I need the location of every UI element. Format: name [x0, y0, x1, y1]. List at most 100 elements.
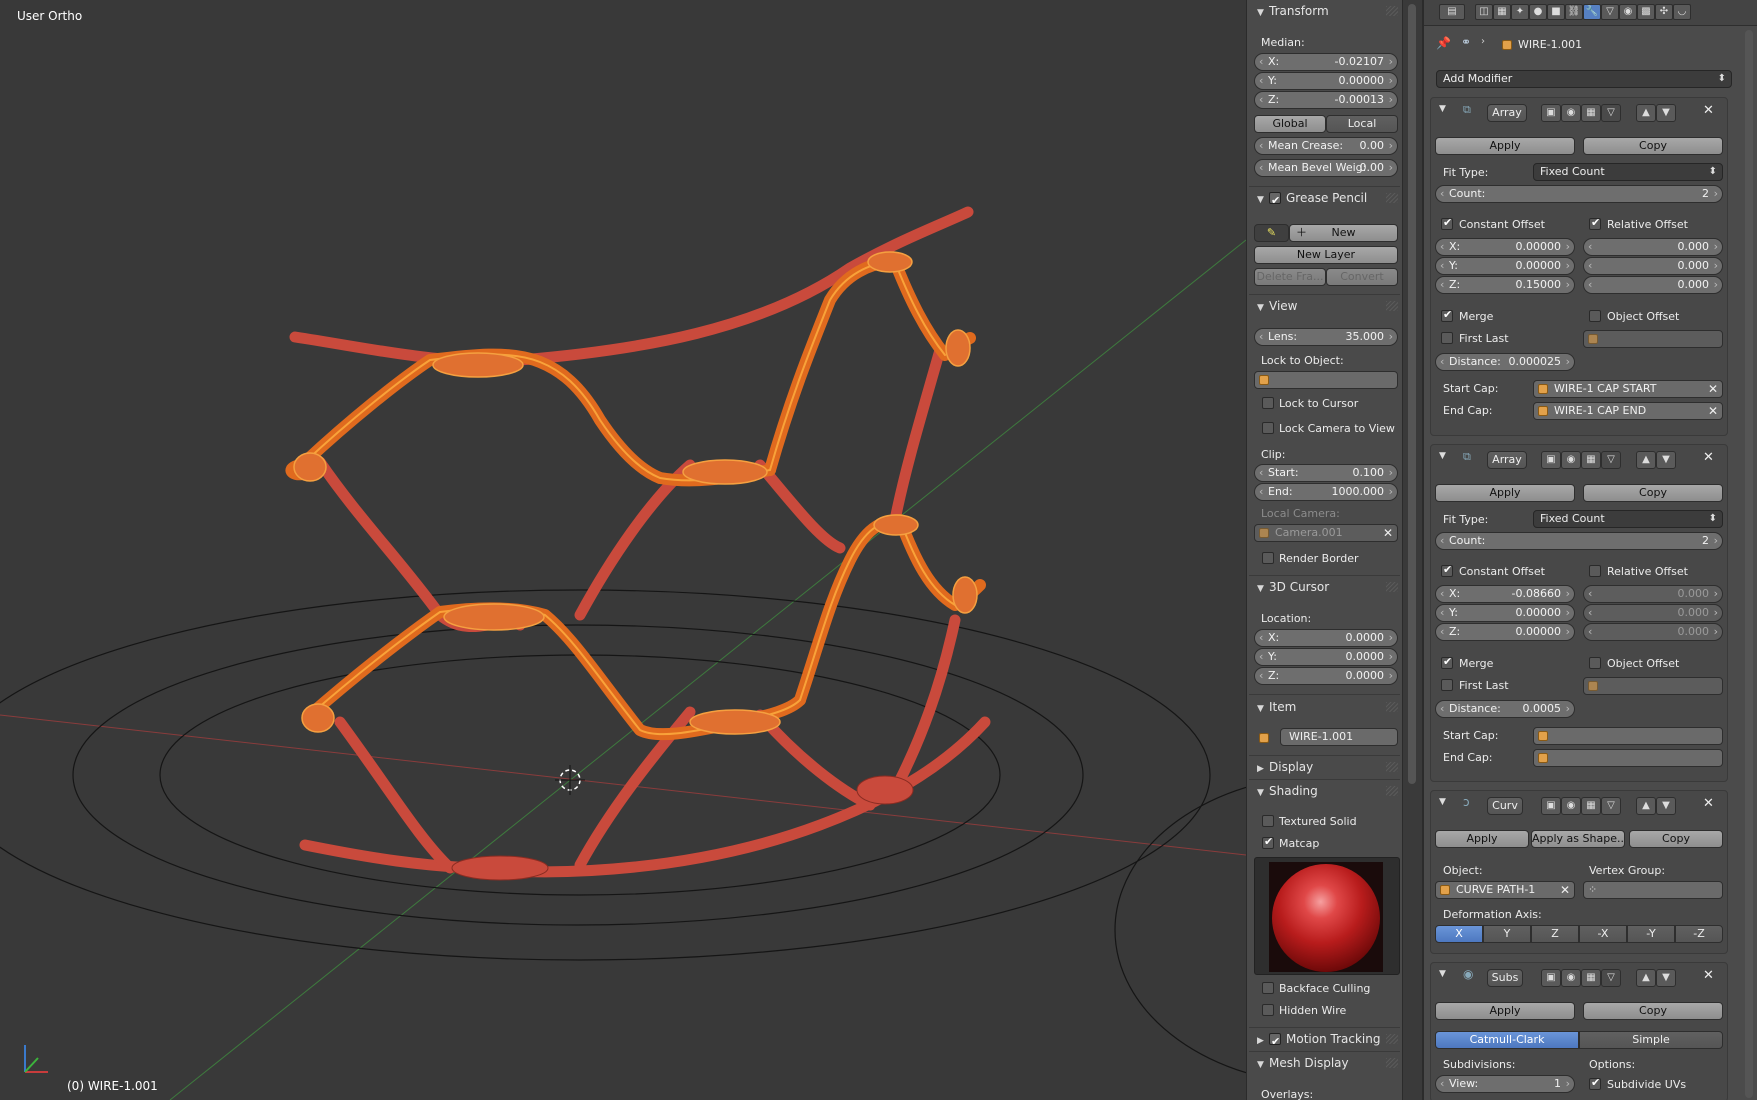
relative-z-field[interactable]: 0.000 — [1583, 276, 1723, 294]
remove-modifier-icon[interactable]: ✕ — [1703, 103, 1714, 118]
relative-offset-checkbox[interactable] — [1589, 565, 1601, 577]
clip-start-field[interactable]: Start: 0.100 — [1254, 464, 1398, 482]
collapse-triangle-icon[interactable]: ▼ — [1439, 797, 1446, 807]
textured-solid-checkbox[interactable] — [1262, 815, 1274, 827]
relative-x-field[interactable]: 0.000 — [1583, 585, 1723, 603]
curve-object-field[interactable]: CURVE PATH-1 ✕ — [1435, 881, 1575, 899]
start-cap-field[interactable]: WIRE-1 CAP START ✕ — [1533, 380, 1723, 398]
constant-z-field[interactable]: Z: 0.15000 — [1435, 276, 1575, 294]
render-toggle-icon[interactable]: ▣ — [1541, 451, 1561, 469]
move-down-icon[interactable]: ▼ — [1656, 104, 1676, 122]
modifiers-tab-icon[interactable]: 🔧 — [1583, 4, 1601, 20]
drag-grip-icon[interactable] — [1386, 702, 1398, 712]
global-toggle[interactable]: Global — [1254, 115, 1326, 133]
relative-x-field[interactable]: 0.000 — [1583, 238, 1723, 256]
drag-grip-icon[interactable] — [1386, 786, 1398, 796]
drag-grip-icon[interactable] — [1386, 1034, 1398, 1044]
relative-y-field[interactable]: 0.000 — [1583, 257, 1723, 275]
copy-button[interactable]: Copy — [1583, 484, 1723, 502]
axis-z-button[interactable]: Z — [1531, 925, 1579, 943]
convert-button[interactable]: Convert — [1326, 268, 1398, 286]
local-toggle[interactable]: Local — [1326, 115, 1398, 133]
clear-icon[interactable]: ✕ — [1383, 525, 1393, 541]
constant-offset-checkbox[interactable] — [1441, 563, 1453, 577]
hidden-wire-checkbox[interactable] — [1262, 1004, 1274, 1016]
relative-y-field[interactable]: 0.000 — [1583, 604, 1723, 622]
physics-tab-icon[interactable]: ◡ — [1673, 4, 1691, 20]
cage-toggle-icon[interactable]: ▽ — [1601, 104, 1621, 122]
render-toggle-icon[interactable]: ▣ — [1541, 797, 1561, 815]
remove-modifier-icon[interactable]: ✕ — [1703, 796, 1714, 811]
add-modifier-dropdown[interactable]: Add Modifier — [1436, 70, 1732, 88]
new-layer-button[interactable]: New Layer — [1254, 246, 1398, 264]
apply-button[interactable]: Apply — [1435, 484, 1575, 502]
drag-grip-icon[interactable] — [1386, 762, 1398, 772]
copy-button[interactable]: Copy — [1629, 830, 1723, 848]
display-panel-header[interactable]: ▶ Display — [1247, 756, 1402, 778]
constant-y-field[interactable]: Y: 0.00000 — [1435, 604, 1575, 622]
drag-grip-icon[interactable] — [1386, 193, 1398, 203]
drag-grip-icon[interactable] — [1386, 1058, 1398, 1068]
shading-panel-header[interactable]: ▼ Shading — [1247, 780, 1402, 802]
render-toggle-icon[interactable]: ▣ — [1541, 104, 1561, 122]
local-camera-field[interactable]: Camera.001 ✕ — [1254, 524, 1398, 542]
motion-tracking-checkbox[interactable] — [1269, 1031, 1281, 1053]
properties-editor[interactable]: ▤ ◫ ▦ ✦ ● ■ ⛓ 🔧 ▽ ◉ ▩ ✣ ◡ 📌 ⚭ › WIRE-1.0… — [1422, 0, 1757, 1100]
fit-type-dropdown[interactable]: Fixed Count — [1533, 163, 1723, 181]
properties-scrollbar[interactable] — [1745, 30, 1753, 1098]
drag-grip-icon[interactable] — [1386, 6, 1398, 16]
scene-tab-icon[interactable]: ✦ — [1511, 4, 1529, 20]
grease-pencil-checkbox[interactable] — [1269, 190, 1281, 212]
vertex-group-field[interactable]: ⁘ — [1583, 881, 1723, 899]
motion-tracking-panel-header[interactable]: ▶ Motion Tracking — [1247, 1028, 1402, 1053]
median-x-field[interactable]: X: -0.02107 — [1254, 53, 1398, 71]
modifier-name-field[interactable]: Curv — [1487, 797, 1523, 815]
constant-x-field[interactable]: X: 0.00000 — [1435, 238, 1575, 256]
clear-icon[interactable]: ✕ — [1560, 882, 1570, 898]
apply-button[interactable]: Apply — [1435, 1002, 1575, 1020]
lock-to-cursor-checkbox[interactable] — [1262, 397, 1274, 409]
particles-tab-icon[interactable]: ✣ — [1655, 4, 1673, 20]
axis-neg-y-button[interactable]: -Y — [1627, 925, 1675, 943]
cursor-y-field[interactable]: Y: 0.0000 — [1254, 648, 1398, 666]
transform-panel-header[interactable]: ▼ Transform — [1247, 0, 1402, 22]
material-tab-icon[interactable]: ◉ — [1619, 4, 1637, 20]
simple-button[interactable]: Simple — [1579, 1031, 1723, 1049]
viewport-toggle-icon[interactable]: ◉ — [1561, 797, 1581, 815]
cage-toggle-icon[interactable]: ▽ — [1601, 797, 1621, 815]
constraints-tab-icon[interactable]: ⛓ — [1565, 4, 1583, 20]
constant-offset-checkbox[interactable] — [1441, 216, 1453, 230]
mesh-display-panel-header[interactable]: ▼ Mesh Display — [1247, 1052, 1402, 1074]
move-up-icon[interactable]: ▲ — [1636, 451, 1656, 469]
first-last-checkbox[interactable] — [1441, 332, 1453, 344]
3d-viewport[interactable]: User Ortho (0) WIRE-1.001 — [0, 0, 1246, 1100]
collapse-triangle-icon[interactable]: ▼ — [1439, 451, 1446, 461]
matcap-preview[interactable] — [1254, 857, 1400, 975]
collapse-triangle-icon[interactable]: ▼ — [1439, 969, 1446, 979]
clear-icon[interactable]: ✕ — [1708, 403, 1718, 419]
render-toggle-icon[interactable]: ▣ — [1541, 969, 1561, 987]
subdivide-uvs-checkbox[interactable] — [1589, 1076, 1601, 1090]
editor-type-icon[interactable]: ▤ — [1439, 4, 1465, 20]
grease-pencil-panel-header[interactable]: ▼ Grease Pencil — [1247, 187, 1402, 212]
lock-camera-checkbox[interactable] — [1262, 422, 1274, 434]
count-field[interactable]: Count: 2 — [1435, 185, 1723, 203]
axis-x-button[interactable]: X — [1435, 925, 1483, 943]
view-levels-field[interactable]: View: 1 — [1435, 1075, 1575, 1093]
drag-grip-icon[interactable] — [1386, 582, 1398, 592]
collapse-triangle-icon[interactable]: ▼ — [1439, 104, 1446, 114]
cage-toggle-icon[interactable]: ▽ — [1601, 451, 1621, 469]
delete-frame-button[interactable]: Delete Fra... — [1254, 268, 1326, 286]
cage-toggle-icon[interactable]: ▽ — [1601, 969, 1621, 987]
merge-distance-field[interactable]: Distance: 0.0005 — [1435, 700, 1575, 718]
cursor-x-field[interactable]: X: 0.0000 — [1254, 629, 1398, 647]
merge-distance-field[interactable]: Distance: 0.000025 — [1435, 353, 1575, 371]
data-tab-icon[interactable]: ▽ — [1601, 4, 1619, 20]
modifier-name-field[interactable]: Subs — [1487, 969, 1523, 987]
catmull-clark-button[interactable]: Catmull-Clark — [1435, 1031, 1579, 1049]
move-up-icon[interactable]: ▲ — [1636, 797, 1656, 815]
constant-y-field[interactable]: Y: 0.00000 — [1435, 257, 1575, 275]
count-field[interactable]: Count: 2 — [1435, 532, 1723, 550]
lens-field[interactable]: Lens: 35.000 — [1254, 328, 1398, 346]
cursor-panel-header[interactable]: ▼ 3D Cursor — [1247, 576, 1402, 598]
